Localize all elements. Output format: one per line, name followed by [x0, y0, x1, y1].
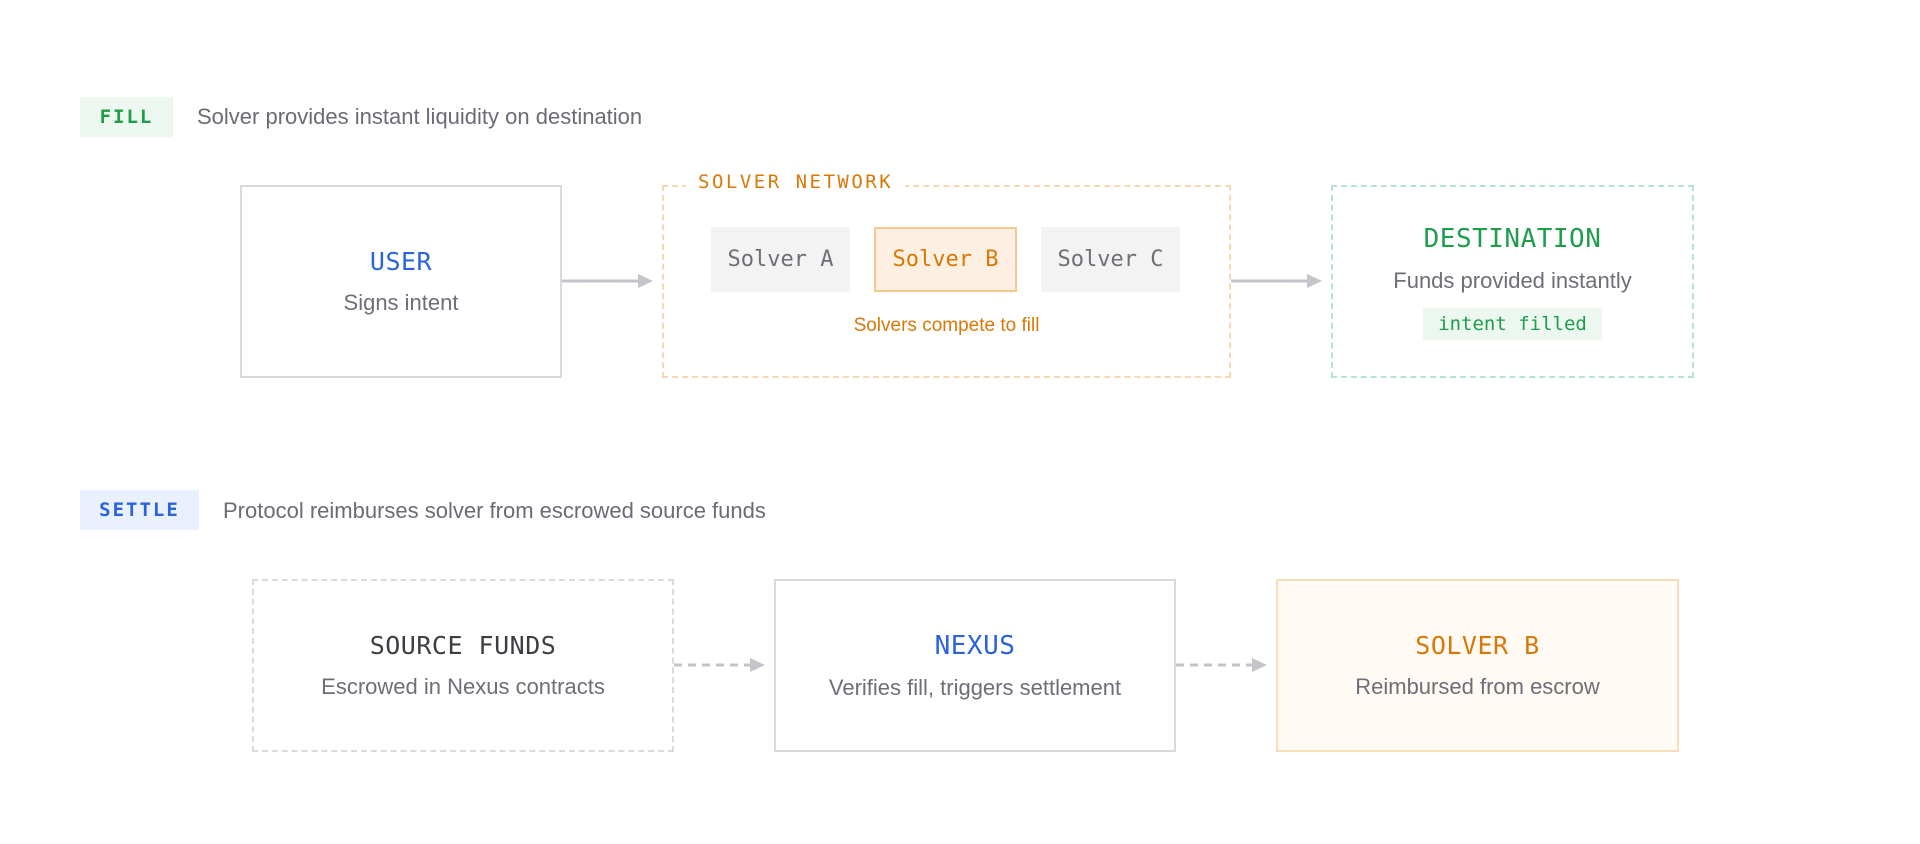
arrow-source-to-nexus [674, 658, 765, 672]
settle-arrows [674, 658, 1267, 672]
arrow-nexus-to-solver-b [1176, 658, 1267, 672]
